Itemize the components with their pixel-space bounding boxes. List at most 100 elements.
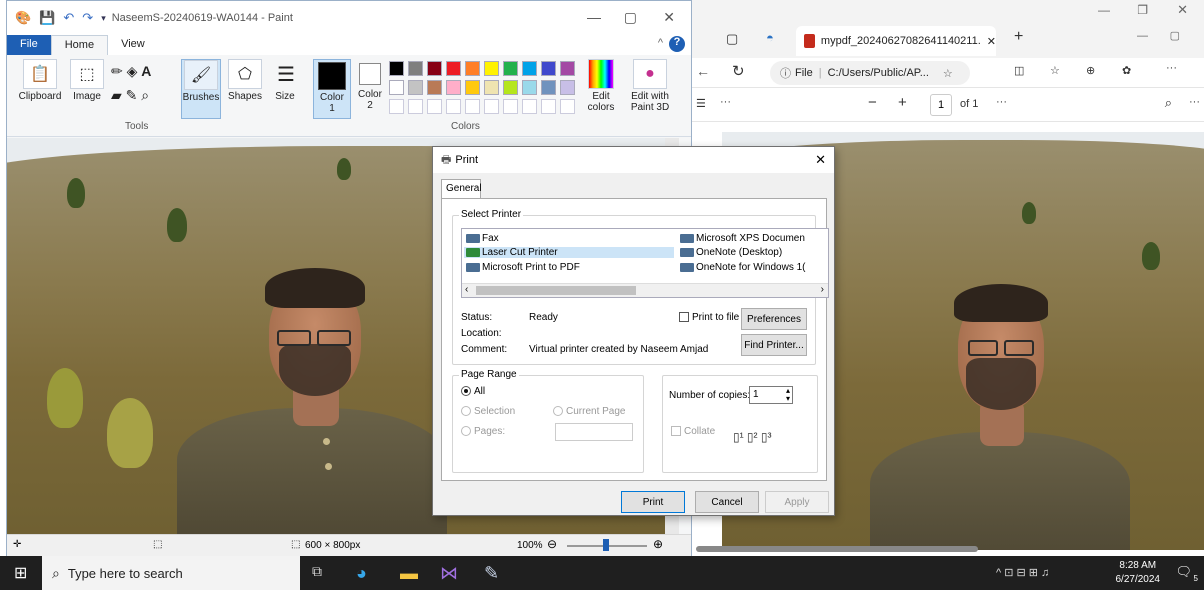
fill-icon[interactable]: ◈ [127, 63, 138, 79]
minimize-icon[interactable]: — [1137, 30, 1148, 42]
tab-actions-icon[interactable]: ▢ [726, 31, 738, 47]
collapse-ribbon-icon[interactable]: ^ [658, 37, 663, 49]
task-view-icon[interactable]: ⧉ [312, 563, 322, 580]
color-swatch[interactable] [408, 61, 423, 76]
copies-input[interactable]: 1 ▴ ▾ [749, 386, 793, 404]
pdf-overflow-icon[interactable]: ··· [1189, 96, 1200, 108]
size-button[interactable]: ☰ Size [269, 59, 301, 103]
color-picker-icon[interactable]: ✎ [126, 87, 138, 103]
maximize-icon[interactable]: ▢ [624, 9, 637, 26]
restore-icon[interactable]: ❐ [1137, 3, 1148, 17]
scroll-left-icon[interactable]: ‹ [465, 284, 468, 295]
color-swatch[interactable] [560, 61, 575, 76]
tray-icons[interactable]: ^ ⊡ ⊟ ⊞ ♫ [996, 566, 1049, 579]
minimize-icon[interactable]: — [587, 9, 601, 25]
color-swatch[interactable] [541, 80, 556, 95]
favorite-star-icon[interactable]: ☆ [943, 67, 953, 80]
quick-access-dropdown-icon[interactable]: ▾ [101, 13, 106, 24]
zoom-in-icon[interactable]: ⊕ [653, 537, 663, 551]
minimize-icon[interactable]: — [1098, 3, 1110, 17]
save-icon[interactable]: 💾 [39, 10, 55, 26]
color-swatch[interactable] [408, 80, 423, 95]
printer-item[interactable]: Fax [466, 233, 499, 244]
tab-file[interactable]: File [7, 35, 51, 55]
preferences-button[interactable]: Preferences [741, 308, 807, 330]
page-number-input[interactable]: 1 [930, 94, 952, 116]
custom-color-swatch[interactable] [408, 99, 423, 114]
color2-button[interactable]: Color 2 [355, 59, 385, 111]
color-swatch[interactable] [465, 61, 480, 76]
back-icon[interactable]: ← [696, 63, 710, 79]
print-button[interactable]: Print [621, 491, 685, 513]
help-icon[interactable]: ? [669, 36, 685, 52]
edit-colors-button[interactable]: Edit colors [585, 59, 617, 113]
collections-icon[interactable]: ⊕ [1086, 64, 1095, 77]
printer-item[interactable]: Microsoft XPS Documen [680, 233, 828, 244]
edge-icon[interactable]: ◕ [356, 563, 367, 584]
range-selection-radio[interactable]: Selection [461, 406, 515, 417]
color-swatch[interactable] [484, 61, 499, 76]
color-swatch[interactable] [522, 61, 537, 76]
color-swatch[interactable] [503, 80, 518, 95]
clock[interactable]: 8:28 AM 6/27/2024 [1116, 559, 1161, 587]
clipboard-button[interactable]: 📋 Clipboard [15, 59, 65, 102]
eraser-icon[interactable]: ▰ [111, 87, 122, 103]
image-button[interactable]: ⬚ Image [67, 59, 107, 102]
custom-color-swatch[interactable] [465, 99, 480, 114]
tab-close-icon[interactable]: ✕ [987, 35, 996, 48]
favorites-icon[interactable]: ☆ [1050, 64, 1060, 77]
tab-pdf[interactable]: mypdf_20240627082641140211. ✕ [796, 26, 996, 56]
color-swatch[interactable] [389, 61, 404, 76]
custom-color-swatch[interactable] [484, 99, 499, 114]
printer-item[interactable]: Microsoft Print to PDF [466, 262, 580, 273]
apply-button[interactable]: Apply [765, 491, 829, 513]
new-tab-icon[interactable]: + [1014, 28, 1023, 46]
color-swatch[interactable] [427, 61, 442, 76]
custom-color-swatch[interactable] [427, 99, 442, 114]
range-pages-radio[interactable]: Pages: [461, 426, 505, 437]
taskbar-search[interactable]: ⌕ Type here to search [42, 556, 300, 590]
tab-view[interactable]: View [108, 35, 158, 55]
printer-list-scrollbar[interactable]: ‹ › [462, 283, 828, 297]
paint3d-button[interactable]: ● Edit with Paint 3D [625, 59, 675, 113]
search-icon[interactable]: ⌕ [1165, 95, 1172, 111]
workspaces-icon[interactable]: ◓ [766, 30, 774, 45]
printer-item-selected[interactable]: Laser Cut Printer [464, 247, 674, 258]
redo-icon[interactable]: ↷ [82, 10, 93, 26]
custom-color-swatch[interactable] [389, 99, 404, 114]
color-swatch[interactable] [446, 80, 461, 95]
shapes-button[interactable]: ⬠ Shapes [227, 59, 263, 102]
printer-item[interactable]: OneNote for Windows 1( [680, 262, 828, 273]
notification-icon[interactable]: 🗨 [1175, 564, 1192, 580]
file-explorer-icon[interactable]: ▬ [400, 563, 418, 584]
zoom-in-icon[interactable]: + [898, 94, 907, 111]
spinner-icon[interactable]: ▴ ▾ [786, 387, 790, 403]
url-box[interactable]: ⓘ File | C:/Users/Public/AP... ☆ [770, 61, 970, 85]
extensions-icon[interactable]: ✿ [1122, 64, 1131, 77]
scroll-right-icon[interactable]: › [821, 284, 824, 295]
color-swatch[interactable] [522, 80, 537, 95]
tab-home[interactable]: Home [50, 35, 109, 55]
pdf-options-icon[interactable]: ··· [996, 96, 1007, 108]
brushes-button[interactable]: 🖌 Brushes [181, 59, 221, 119]
print-to-file-checkbox[interactable]: Print to file [679, 312, 739, 323]
cancel-button[interactable]: Cancel [695, 491, 759, 513]
color-swatch[interactable] [560, 80, 575, 95]
pdf-more-icon[interactable]: ··· [720, 96, 731, 108]
paint-taskbar-icon[interactable]: ✎ [484, 563, 499, 584]
close-icon[interactable]: ✕ [663, 9, 675, 26]
color-swatch[interactable] [427, 80, 442, 95]
custom-color-swatch[interactable] [522, 99, 537, 114]
custom-color-swatch[interactable] [503, 99, 518, 114]
find-printer-button[interactable]: Find Printer... [741, 334, 807, 356]
color-swatch[interactable] [503, 61, 518, 76]
color-swatch[interactable] [446, 61, 461, 76]
tab-general[interactable]: General [441, 179, 482, 199]
range-all-radio[interactable]: All [461, 386, 485, 397]
color-swatch[interactable] [465, 80, 480, 95]
custom-color-swatch[interactable] [446, 99, 461, 114]
pages-input[interactable] [555, 423, 633, 441]
pencil-icon[interactable]: ✏ [111, 63, 123, 79]
zoom-out-icon[interactable]: ⊖ [547, 537, 557, 551]
magnifier-icon[interactable]: ⌕ [141, 87, 149, 103]
